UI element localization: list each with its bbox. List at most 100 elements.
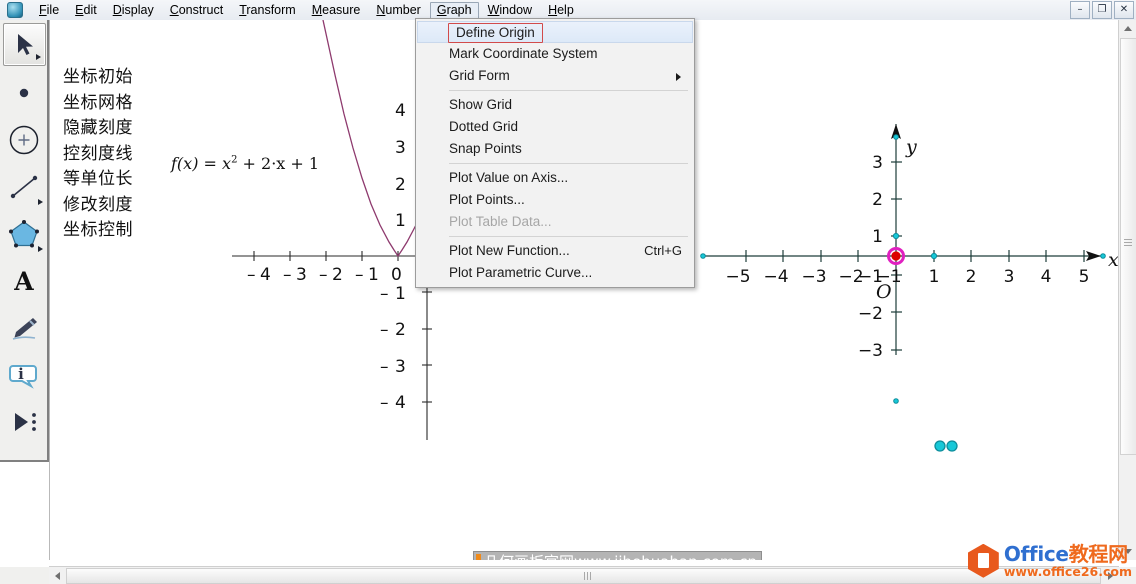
play-triangle-icon [14,412,36,431]
caret-up-icon [1123,26,1132,31]
menubar-item-graph[interactable]: Graph [429,1,479,19]
svg-text:2: 2 [872,190,883,210]
svg-text:3: 3 [395,357,406,377]
menu-item-snap-points[interactable]: Snap Points [416,138,694,160]
circle-icon [9,125,38,154]
svg-text:A: A [13,267,34,295]
menu-item-plot-new-function[interactable]: Plot New Function... Ctrl+G [416,240,694,262]
caret-left-icon [55,571,60,580]
svg-text:1: 1 [395,211,406,231]
point-tool[interactable] [0,69,47,116]
arrow-select-tool[interactable] [3,23,46,66]
vertical-scrollbar[interactable] [1118,20,1136,560]
svg-text:–: – [380,357,389,377]
scroll-grip-icon [1124,239,1132,247]
menu-separator [449,163,688,164]
annotation-label-5[interactable]: 等单位长 [63,167,133,193]
menu-item-dotted-grid[interactable]: Dotted Grid [416,116,694,138]
menu-item-grid-form[interactable]: Grid Form [416,65,694,87]
menu-item-plot-value-on-axis[interactable]: Plot Value on Axis... [416,167,694,189]
arrow-icon [17,33,33,55]
variable-x: x [222,154,232,173]
svg-text:–: – [283,265,292,285]
menu-item-plot-table-data: Plot Table Data... [416,211,694,233]
sketchpad-window: File Edit Display Construct Transform Measure… [0,0,1136,584]
svg-text:−4: −4 [763,267,788,287]
compass-circle-tool[interactable] [0,116,47,163]
menubar-item-construct[interactable]: Construct [163,2,231,19]
annotation-label-4[interactable]: 控刻度线 [63,142,133,168]
menubar-item-display[interactable]: Display [106,2,161,19]
chevron-flyout-icon [38,199,43,205]
menubar-item-measure[interactable]: Measure [305,2,368,19]
minimize-button[interactable]: – [1070,1,1090,19]
svg-text:−1: −1 [876,267,901,287]
scroll-grip-icon [583,572,592,580]
horizontal-scrollbar[interactable] [49,566,1119,584]
custom-tool[interactable] [0,398,47,445]
annotation-label-6[interactable]: 修改刻度 [63,193,133,219]
menu-item-label: Plot Value on Axis... [449,170,569,185]
polygon-tool[interactable] [0,210,47,257]
svg-text:4: 4 [395,393,406,413]
office-hex-icon [967,543,999,578]
scroll-up-button[interactable] [1119,20,1136,37]
restore-button[interactable]: ❐ [1092,1,1112,19]
svg-text:−1: −1 [858,267,883,287]
graph-dropdown-menu[interactable]: Define Origin Mark Coordinate System Grid … [415,18,695,288]
function-equation-label[interactable]: f(x) = x2 + 2·x + 1 [171,154,319,173]
straightedge-tool[interactable] [0,163,47,210]
svg-text:3: 3 [296,265,307,285]
svg-text:−3: −3 [858,341,883,361]
annotation-label-1[interactable]: 坐标初始 [63,65,133,91]
annotation-label-7[interactable]: 坐标控制 [63,218,133,244]
svg-text:3: 3 [395,138,406,158]
text-tool[interactable]: A [0,257,47,304]
svg-text:y: y [905,136,917,158]
menubar-item-transform[interactable]: Transform [232,2,303,19]
menubar-item-number[interactable]: Number [369,2,427,19]
svg-text:4: 4 [1041,267,1052,287]
horizontal-scroll-thumb[interactable] [66,568,1101,584]
logo-url: www.office26.com [1003,563,1132,579]
annotation-label-list: 坐标初始 坐标网格 隐藏刻度 控刻度线 等单位长 修改刻度 坐标控制 [63,65,133,244]
menu-item-plot-parametric-curve[interactable]: Plot Parametric Curve... [416,262,694,284]
watermark-text: 几何画板官网www.jihehuaban.com.cn [484,553,757,560]
menubar-item-window[interactable]: Window [481,2,539,19]
function-name: f(x) [171,154,199,173]
svg-text:−2: −2 [858,304,883,324]
svg-text:3: 3 [1004,267,1015,287]
menubar-item-help[interactable]: Help [541,2,581,19]
menubar-item-file[interactable]: File [32,2,66,19]
menu-item-label: Plot New Function... [449,243,570,258]
svg-text:1: 1 [368,265,379,285]
svg-text:4: 4 [395,101,406,121]
menu-item-show-grid[interactable]: Show Grid [416,94,694,116]
menu-item-mark-coordinate-system[interactable]: Mark Coordinate System [416,43,694,65]
vertical-scroll-thumb[interactable] [1120,38,1136,455]
menu-item-label: Dotted Grid [449,119,519,134]
information-tool[interactable]: i [0,351,47,398]
menu-separator [449,90,688,91]
svg-text:−5: −5 [725,267,750,287]
menu-item-define-origin[interactable]: Define Origin [417,21,693,43]
menu-item-plot-points[interactable]: Plot Points... [416,189,694,211]
close-button[interactable]: ✕ [1114,1,1134,19]
logo-office-word: Office [1003,541,1069,566]
pentagon-icon [8,219,39,247]
menubar-item-edit[interactable]: Edit [68,2,104,19]
exponent: 2 [231,154,238,166]
sketchpad-app-icon [7,2,23,18]
svg-text:1: 1 [929,267,940,287]
menu-item-label: Grid Form [449,68,510,83]
pen-marker-icon [12,317,37,340]
equals-sign: = [203,154,217,173]
site-watermark: 几何画板官网www.jihehuaban.com.cn [473,551,763,560]
annotation-label-2[interactable]: 坐标网格 [63,91,133,117]
logo-cn-word: 教程网 [1068,541,1128,566]
annotation-label-3[interactable]: 隐藏刻度 [63,116,133,142]
menu-item-label: Plot Table Data... [449,214,552,229]
svg-text:O: O [876,281,892,303]
scroll-left-button[interactable] [49,567,66,584]
marker-tool[interactable] [0,304,47,351]
